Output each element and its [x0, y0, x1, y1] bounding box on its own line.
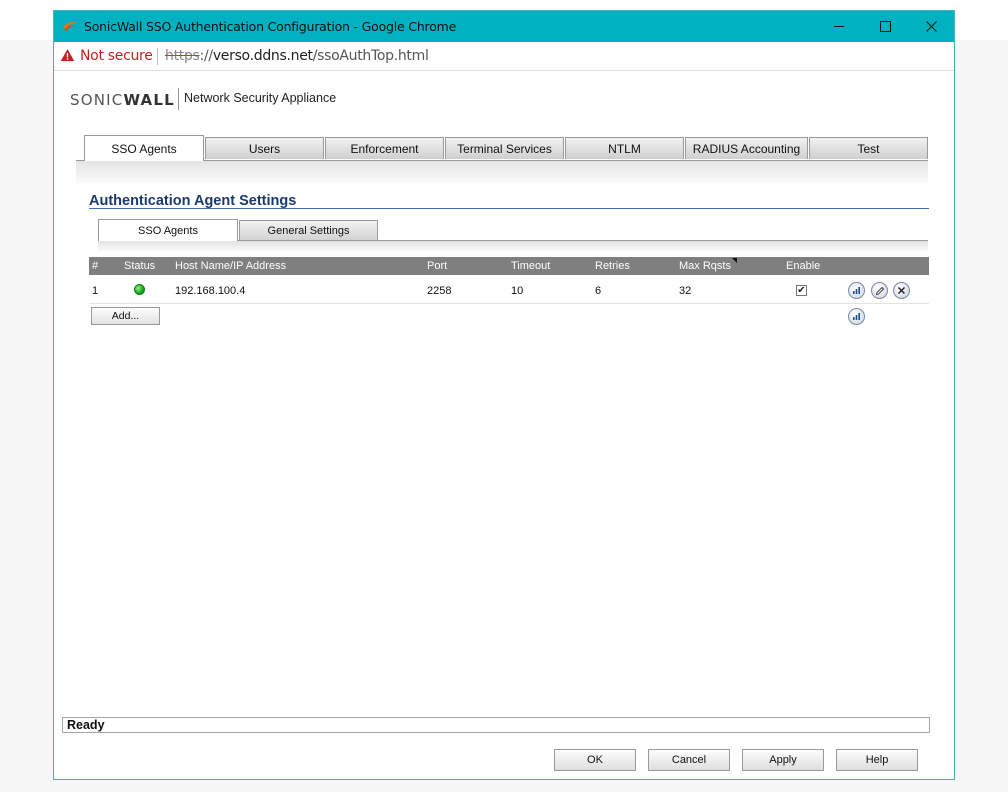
row-timeout: 10 — [511, 285, 524, 297]
col-timeout[interactable]: Timeout — [511, 260, 550, 272]
sort-indicator-icon — [732, 258, 737, 263]
table-row: 1 192.168.100.4 2258 10 6 32 ✔ — [89, 279, 929, 304]
tab-radius-accounting[interactable]: RADIUS Accounting — [685, 137, 808, 159]
address-separator — [157, 48, 158, 65]
row-number: 1 — [92, 285, 99, 297]
tab-users[interactable]: Users — [205, 137, 324, 159]
row-retries: 6 — [595, 285, 602, 297]
edit-pencil-icon — [875, 286, 884, 295]
subtab-sso-agents[interactable]: SSO Agents — [98, 219, 238, 241]
minimize-button[interactable] — [816, 11, 862, 42]
sonicwall-logo: SONICWALL — [70, 91, 175, 109]
col-enable[interactable]: Enable — [786, 260, 820, 272]
status-online-icon — [134, 284, 145, 295]
agents-table-header: # Status Host Name/IP Address Port Timeo… — [89, 257, 929, 275]
tab-test[interactable]: Test — [809, 137, 928, 159]
col-number[interactable]: # — [92, 260, 98, 272]
product-name: Network Security Appliance — [184, 91, 337, 105]
browser-window: SonicWall SSO Authentication Configurati… — [53, 10, 955, 780]
col-port[interactable]: Port — [427, 260, 447, 272]
url-path: /ssoAuthTop.html — [312, 48, 429, 64]
main-tabs: SSO Agents Users Enforcement Terminal Se… — [84, 135, 929, 161]
col-retries[interactable]: Retries — [595, 260, 630, 272]
row-port: 2258 — [427, 285, 452, 297]
delete-button[interactable] — [893, 282, 910, 299]
edit-button[interactable] — [871, 282, 888, 299]
maximize-icon — [879, 21, 891, 32]
url-text[interactable]: https://verso.ddns.net/ssoAuthTop.html — [165, 48, 429, 64]
tabs-band — [76, 160, 928, 183]
subtabs-band — [98, 240, 928, 251]
help-button[interactable]: Help — [836, 749, 918, 771]
sonicwall-app-icon — [63, 22, 77, 31]
url-scheme: https — [165, 48, 200, 64]
title-bar: SonicWall SSO Authentication Configurati… — [54, 11, 954, 42]
maximize-button[interactable] — [862, 11, 908, 42]
close-icon — [925, 21, 937, 32]
subtab-general-settings[interactable]: General Settings — [239, 220, 378, 240]
cancel-button[interactable]: Cancel — [648, 749, 730, 771]
tab-sso-agents[interactable]: SSO Agents — [84, 135, 204, 161]
tab-enforcement[interactable]: Enforcement — [325, 137, 444, 159]
col-max-rqsts[interactable]: Max Rqsts — [679, 260, 731, 272]
row-max-rqsts: 32 — [679, 285, 692, 297]
col-status[interactable]: Status — [124, 260, 155, 272]
logo-text-1: SONIC — [70, 91, 124, 109]
url-scheme-separator: :// — [199, 48, 214, 64]
status-bar: Ready — [62, 717, 930, 733]
row-host: 192.168.100.4 — [175, 285, 246, 297]
window-title: SonicWall SSO Authentication Configurati… — [84, 19, 457, 34]
delete-x-icon — [897, 286, 906, 295]
statistics-button[interactable] — [848, 282, 865, 299]
tab-ntlm[interactable]: NTLM — [565, 137, 684, 159]
statistics-all-button[interactable] — [848, 308, 865, 325]
statistics-icon — [853, 313, 860, 320]
logo-divider — [178, 88, 179, 110]
sub-tabs: SSO Agents General Settings — [98, 219, 928, 241]
close-button[interactable] — [908, 11, 954, 42]
tab-terminal-services[interactable]: Terminal Services — [445, 137, 564, 159]
warning-icon[interactable] — [60, 48, 75, 62]
not-secure-label[interactable]: Not secure — [80, 48, 153, 64]
apply-button[interactable]: Apply — [742, 749, 824, 771]
section-rule — [89, 208, 929, 209]
url-host: verso.ddns.net — [212, 48, 313, 64]
add-agent-button[interactable]: Add... — [91, 307, 160, 325]
minimize-icon — [833, 26, 844, 27]
ok-button[interactable]: OK — [554, 749, 636, 771]
statistics-icon — [853, 287, 860, 294]
col-host[interactable]: Host Name/IP Address — [175, 260, 286, 272]
address-bar[interactable]: Not secure https://verso.ddns.net/ssoAut… — [54, 42, 954, 71]
section-title: Authentication Agent Settings — [89, 193, 297, 209]
logo-text-2: WALL — [123, 91, 175, 109]
enable-checkbox[interactable]: ✔ — [796, 285, 807, 296]
